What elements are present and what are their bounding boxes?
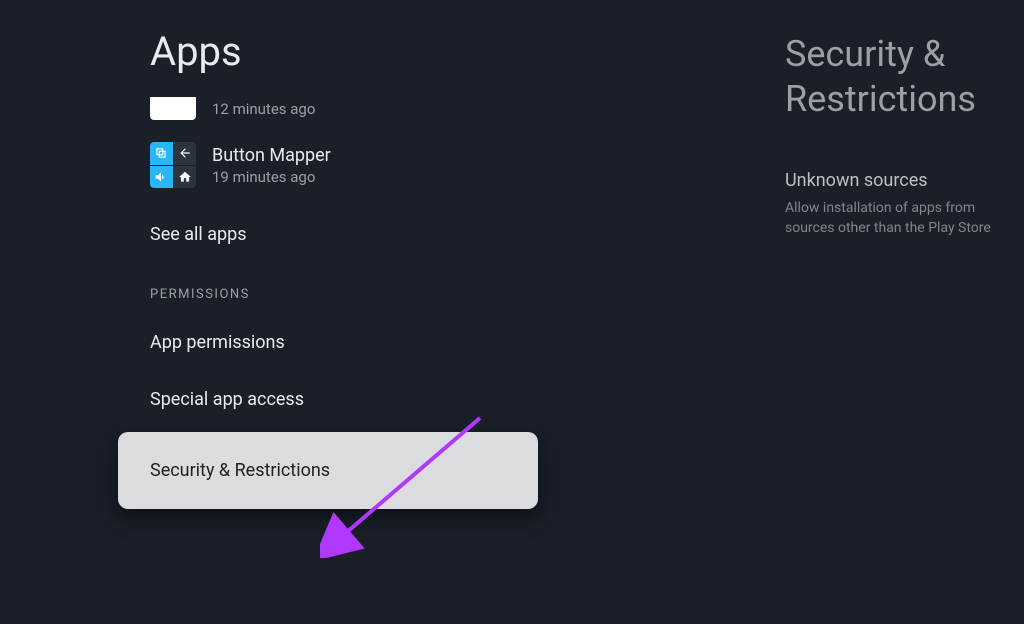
home-icon — [174, 166, 197, 189]
detail-title: Security & Restrictions — [785, 32, 1024, 122]
button-mapper-app-icon — [150, 142, 196, 188]
detail-panel: Security & Restrictions Unknown sources … — [660, 0, 1024, 624]
apps-panel: Apps cx 12 minutes ago — [0, 0, 660, 624]
special-app-access-item[interactable]: Special app access — [150, 371, 660, 428]
app-row-cx[interactable]: cx 12 minutes ago — [150, 97, 660, 120]
unknown-sources-title: Unknown sources — [785, 170, 1024, 191]
cx-app-icon: cx — [150, 74, 196, 120]
page-title: Apps — [150, 28, 660, 75]
permissions-section-header: PERMISSIONS — [150, 287, 660, 302]
cx-badge-icon: cx — [164, 78, 182, 93]
app-name: Button Mapper — [212, 145, 331, 166]
app-row-button-mapper[interactable]: Button Mapper 19 minutes ago — [150, 142, 660, 188]
app-time: 19 minutes ago — [212, 168, 331, 186]
square-icon — [150, 142, 173, 165]
security-restrictions-item[interactable]: Security & Restrictions — [118, 432, 538, 509]
app-permissions-item[interactable]: App permissions — [150, 314, 660, 371]
unknown-sources-desc: Allow installation of apps from sources … — [785, 199, 1024, 238]
see-all-apps-item[interactable]: See all apps — [150, 206, 660, 263]
app-time: 12 minutes ago — [212, 100, 315, 118]
unknown-sources-item[interactable]: Unknown sources Allow installation of ap… — [785, 170, 1024, 238]
back-arrow-icon — [174, 142, 197, 165]
volume-icon — [150, 166, 173, 189]
